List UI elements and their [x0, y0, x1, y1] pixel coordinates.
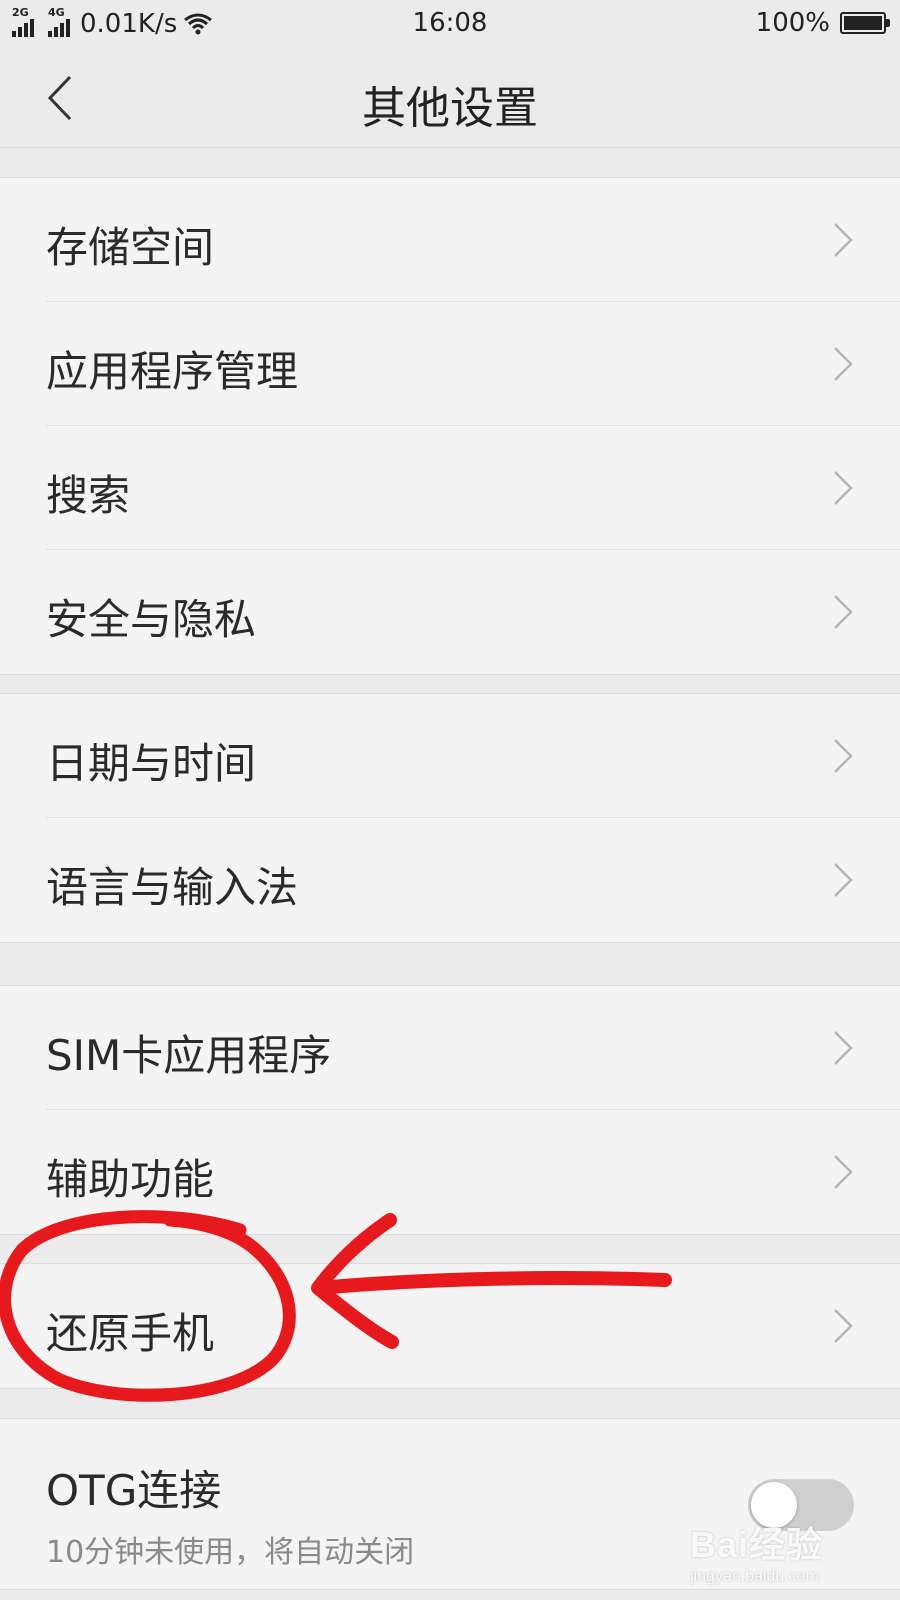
page-title: 其他设置: [362, 83, 538, 134]
settings-group-date-language: 日期与时间 语言与输入法: [0, 693, 900, 943]
item-label: SIM卡应用程序: [46, 1031, 332, 1080]
chevron-right-icon: [834, 863, 853, 897]
battery-icon: [840, 12, 890, 34]
item-label: 安全与隐私: [46, 595, 257, 644]
item-label: 语言与输入法: [46, 863, 299, 912]
battery-percent: 100%: [755, 8, 830, 38]
chevron-right-icon: [834, 1309, 853, 1343]
chevron-left-icon: [47, 75, 72, 121]
chevron-right-icon: [834, 223, 853, 257]
settings-group-reset: 还原手机: [0, 1263, 900, 1389]
settings-group-sim-accessibility: SIM卡应用程序 辅助功能: [0, 985, 900, 1235]
item-label: 辅助功能: [46, 1155, 215, 1204]
settings-item-security-privacy[interactable]: 安全与隐私: [0, 550, 900, 674]
settings-item-reset-phone[interactable]: 还原手机: [0, 1264, 900, 1388]
item-label: 搜索: [46, 471, 131, 520]
item-label: 还原手机: [46, 1309, 215, 1358]
chevron-right-icon: [834, 347, 853, 381]
item-subtitle: 10分钟未使用，将自动关闭: [46, 1535, 415, 1570]
watermark: Bai经验 jingyan.baidu.com: [690, 1516, 823, 1586]
watermark-logo: Bai经验: [690, 1524, 824, 1565]
settings-item-accessibility[interactable]: 辅助功能: [0, 1110, 900, 1234]
item-label: 日期与时间: [46, 739, 257, 788]
item-label: 应用程序管理: [46, 347, 299, 396]
chevron-right-icon: [834, 595, 853, 629]
settings-item-search[interactable]: 搜索: [0, 426, 900, 550]
settings-item-app-management[interactable]: 应用程序管理: [0, 302, 900, 426]
settings-group-storage: 存储空间 应用程序管理 搜索 安全与隐私: [0, 177, 900, 675]
chevron-right-icon: [834, 1155, 853, 1189]
item-label: 存储空间: [46, 223, 215, 272]
chevron-right-icon: [834, 471, 853, 505]
back-button[interactable]: [30, 66, 90, 130]
status-right: 100%: [755, 8, 890, 38]
chevron-right-icon: [834, 1031, 853, 1065]
item-label: OTG连接: [46, 1466, 222, 1515]
status-bar: 2G 4G 0.01K/s 16:08 100%: [0, 0, 900, 48]
battery-fill: [844, 16, 882, 30]
chevron-right-icon: [834, 739, 853, 773]
settings-item-date-time[interactable]: 日期与时间: [0, 694, 900, 818]
title-bar: 其他设置: [0, 48, 900, 148]
settings-item-storage[interactable]: 存储空间: [0, 178, 900, 302]
settings-item-language-input[interactable]: 语言与输入法: [0, 818, 900, 942]
watermark-url: jingyan.baidu.com: [690, 1568, 819, 1585]
settings-item-sim-apps[interactable]: SIM卡应用程序: [0, 986, 900, 1110]
